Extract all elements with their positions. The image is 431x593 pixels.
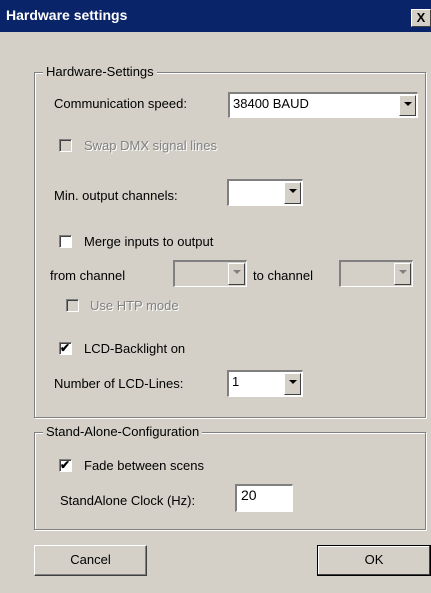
from-channel-select[interactable] xyxy=(173,260,247,287)
merge-inputs-checkbox[interactable] xyxy=(59,235,72,248)
lcd-lines-value: 1 xyxy=(232,374,240,389)
to-channel-dropdown-button[interactable] xyxy=(394,263,411,285)
from-channel-label: from channel xyxy=(50,268,126,283)
lcd-backlight-checkbox[interactable]: ✔ xyxy=(59,341,72,355)
chevron-down-icon xyxy=(289,189,297,193)
use-htp-checkbox[interactable] xyxy=(66,299,79,312)
chevron-down-icon xyxy=(233,270,241,274)
swap-dmx-checkbox[interactable] xyxy=(59,139,72,152)
lcd-lines-dropdown-button[interactable] xyxy=(284,373,301,395)
swap-dmx-label: Swap DMX signal lines xyxy=(84,138,217,153)
fade-between-scenes-label: Fade between scens xyxy=(84,458,204,473)
checkmark-icon: ✔ xyxy=(60,458,71,472)
standalone-clock-value: 20 xyxy=(241,487,257,503)
communication-speed-value: 38400 BAUD xyxy=(233,96,309,111)
min-output-channels-label: Min. output channels: xyxy=(54,188,178,203)
min-output-dropdown-button[interactable] xyxy=(284,182,301,204)
close-button[interactable]: X xyxy=(411,9,431,27)
use-htp-label: Use HTP mode xyxy=(90,298,179,313)
min-output-channels-select[interactable] xyxy=(227,179,303,206)
chevron-down-icon xyxy=(289,380,297,384)
communication-speed-select[interactable]: 38400 BAUD xyxy=(228,92,418,118)
chevron-down-icon xyxy=(399,270,407,274)
checkmark-icon: ✔ xyxy=(60,341,71,355)
cancel-button[interactable]: Cancel xyxy=(34,545,147,576)
from-channel-dropdown-button[interactable] xyxy=(228,263,245,285)
lcd-lines-select[interactable]: 1 xyxy=(227,370,303,397)
standalone-clock-label: StandAlone Clock (Hz): xyxy=(60,493,196,508)
hardware-settings-group-label: Hardware-Settings xyxy=(43,64,157,80)
to-channel-label: to channel xyxy=(253,268,313,283)
standalone-config-group-label: Stand-Alone-Configuration xyxy=(43,424,203,440)
communication-speed-label: Communication speed: xyxy=(54,96,187,111)
communication-speed-dropdown-button[interactable] xyxy=(399,95,416,116)
standalone-config-group: Stand-Alone-Configuration xyxy=(34,424,426,530)
merge-inputs-label: Merge inputs to output xyxy=(84,234,214,249)
ok-button[interactable]: OK xyxy=(317,545,431,576)
standalone-clock-input[interactable]: 20 xyxy=(235,484,293,512)
to-channel-select[interactable] xyxy=(339,260,413,287)
fade-between-scenes-checkbox[interactable]: ✔ xyxy=(59,458,72,472)
title-bar: Hardware settings X xyxy=(0,0,431,32)
close-icon: X xyxy=(416,10,426,25)
window-title: Hardware settings xyxy=(6,7,128,23)
chevron-down-icon xyxy=(404,102,412,106)
lcd-backlight-label: LCD-Backlight on xyxy=(84,341,186,356)
lcd-lines-label: Number of LCD-Lines: xyxy=(54,376,184,391)
